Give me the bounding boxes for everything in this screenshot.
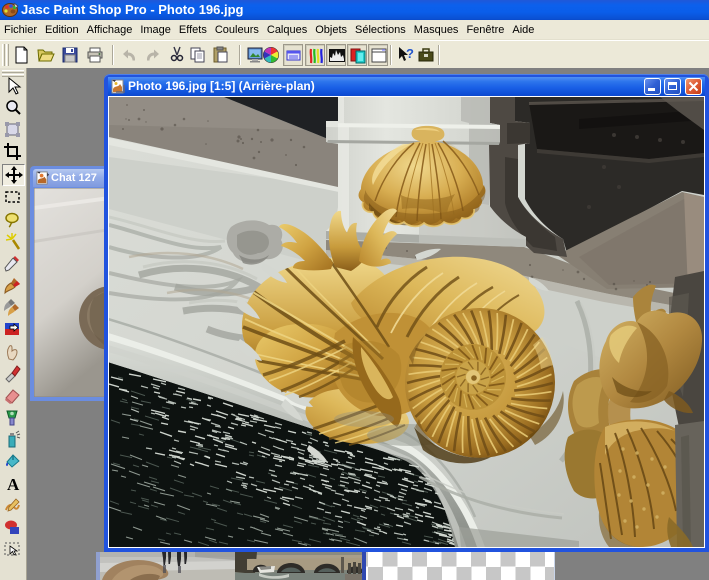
- svg-text:?: ?: [406, 46, 414, 61]
- svg-text:A: A: [7, 475, 20, 494]
